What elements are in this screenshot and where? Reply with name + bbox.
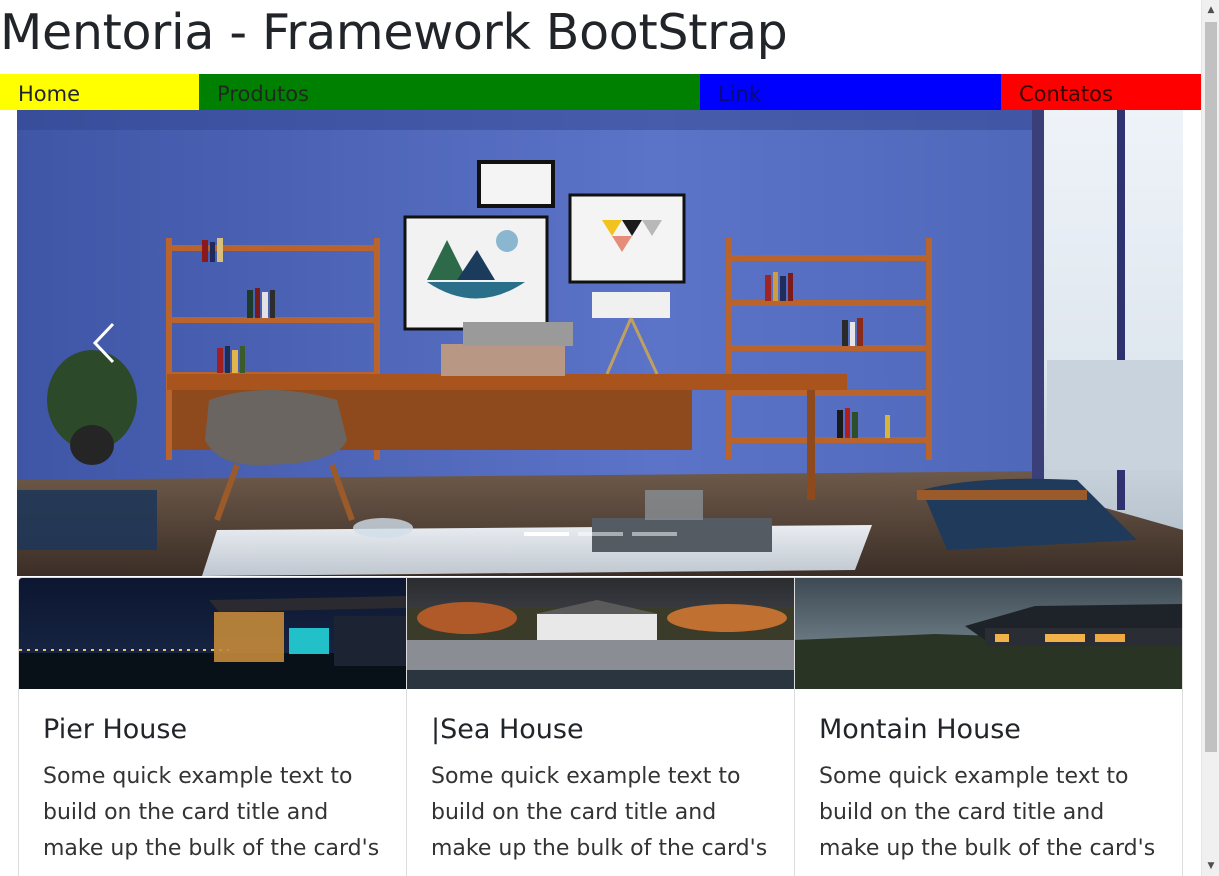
carousel xyxy=(17,110,1183,576)
carousel-indicator-3[interactable] xyxy=(631,532,677,536)
navbar: Home Produtos Link Contatos xyxy=(0,74,1201,110)
nav-item-contatos[interactable]: Contatos xyxy=(1001,74,1201,110)
scrollbar-thumb[interactable] xyxy=(1205,22,1217,752)
chevron-left-icon xyxy=(92,322,115,364)
card-title: Pier House xyxy=(43,714,188,745)
carousel-prev-control[interactable] xyxy=(77,310,137,376)
arrow-up-icon[interactable]: ▲ xyxy=(1202,2,1219,18)
vertical-scrollbar[interactable]: ▲ ▼ xyxy=(1201,0,1219,876)
card-body: |Sea House Some quick example text to bu… xyxy=(407,689,794,867)
arrow-down-icon[interactable]: ▼ xyxy=(1202,858,1219,874)
carousel-indicator-2[interactable] xyxy=(577,532,623,536)
card-text: Some quick example text to build on the … xyxy=(43,764,380,861)
card-title: |Sea House xyxy=(431,714,584,745)
card-sea-house: |Sea House Some quick example text to bu… xyxy=(407,578,795,876)
card-body: Pier House Some quick example text to bu… xyxy=(19,689,406,867)
page: Mentoria - Framework BootStrap Home Prod… xyxy=(0,0,1201,876)
nav-item-link[interactable]: Link xyxy=(700,74,1001,110)
card-image-sea-house xyxy=(407,578,794,689)
page-title: Mentoria - Framework BootStrap xyxy=(0,4,788,61)
carousel-slide-image xyxy=(17,110,1183,576)
card-group: Pier House Some quick example text to bu… xyxy=(18,577,1183,876)
card-body: Montain House Some quick example text to… xyxy=(795,689,1182,867)
card-title: Montain House xyxy=(819,714,1021,745)
card-text: Some quick example text to build on the … xyxy=(431,764,768,861)
carousel-indicator-1[interactable] xyxy=(523,532,569,536)
card-image-pier-house xyxy=(19,578,406,689)
card-text: Some quick example text to build on the … xyxy=(819,764,1156,861)
nav-item-home[interactable]: Home xyxy=(0,74,199,110)
carousel-indicators xyxy=(17,532,1183,536)
card-pier-house: Pier House Some quick example text to bu… xyxy=(19,578,407,876)
card-image-montain-house xyxy=(795,578,1182,689)
card-montain-house: Montain House Some quick example text to… xyxy=(795,578,1182,876)
nav-item-produtos[interactable]: Produtos xyxy=(199,74,700,110)
